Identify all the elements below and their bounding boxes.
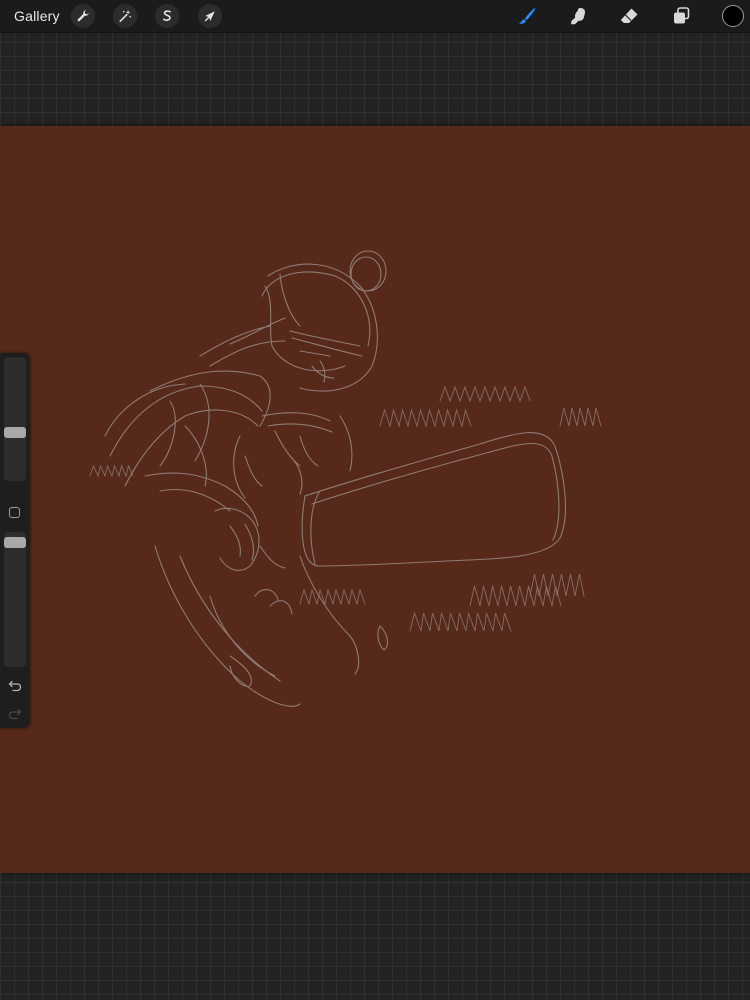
- color-picker-button[interactable]: [722, 5, 744, 27]
- layers-button[interactable]: [669, 4, 693, 28]
- wrench-icon: [77, 10, 89, 22]
- drawing-canvas[interactable]: [0, 126, 750, 873]
- undo-button[interactable]: [7, 678, 23, 694]
- actions-button[interactable]: [71, 4, 95, 28]
- sketch-hatching-stroke: [299, 588, 366, 606]
- sketch-hatching-stroke: [559, 407, 602, 427]
- arrow-cursor-icon: [204, 11, 215, 22]
- top-toolbar: Gallery: [0, 0, 750, 33]
- erase-button[interactable]: [617, 4, 641, 28]
- brush-size-thumb[interactable]: [4, 427, 26, 439]
- brush-sidebar: [0, 353, 29, 728]
- brush-opacity-thumb[interactable]: [4, 536, 26, 548]
- paint-button[interactable]: [515, 4, 539, 28]
- undo-arrow-icon: [8, 680, 22, 692]
- smudge-finger-icon: [571, 8, 586, 25]
- sketch-artwork: [89, 250, 602, 707]
- eraser-icon: [620, 8, 638, 23]
- brush-size-slider[interactable]: [4, 357, 26, 481]
- transform-button[interactable]: [198, 4, 222, 28]
- brush-opacity-slider[interactable]: [4, 532, 26, 667]
- adjustments-button[interactable]: [113, 4, 137, 28]
- sketch-hatching-stroke: [439, 385, 531, 403]
- magic-wand-icon: [119, 9, 132, 23]
- selection-button[interactable]: [155, 4, 179, 28]
- modify-button[interactable]: [9, 507, 20, 518]
- layers-icon: [674, 7, 690, 24]
- sketch-hatching-stroke: [469, 585, 562, 607]
- brush-icon: [519, 8, 536, 24]
- sketch-hatching-stroke: [89, 464, 134, 478]
- sketch-hatching-stroke: [379, 408, 472, 428]
- redo-button[interactable]: [7, 706, 23, 722]
- smudge-button[interactable]: [566, 4, 590, 28]
- gallery-button[interactable]: Gallery: [14, 7, 60, 25]
- sketch-hatching-stroke: [409, 611, 512, 632]
- selection-s-icon: [162, 10, 171, 21]
- redo-arrow-icon: [8, 708, 22, 720]
